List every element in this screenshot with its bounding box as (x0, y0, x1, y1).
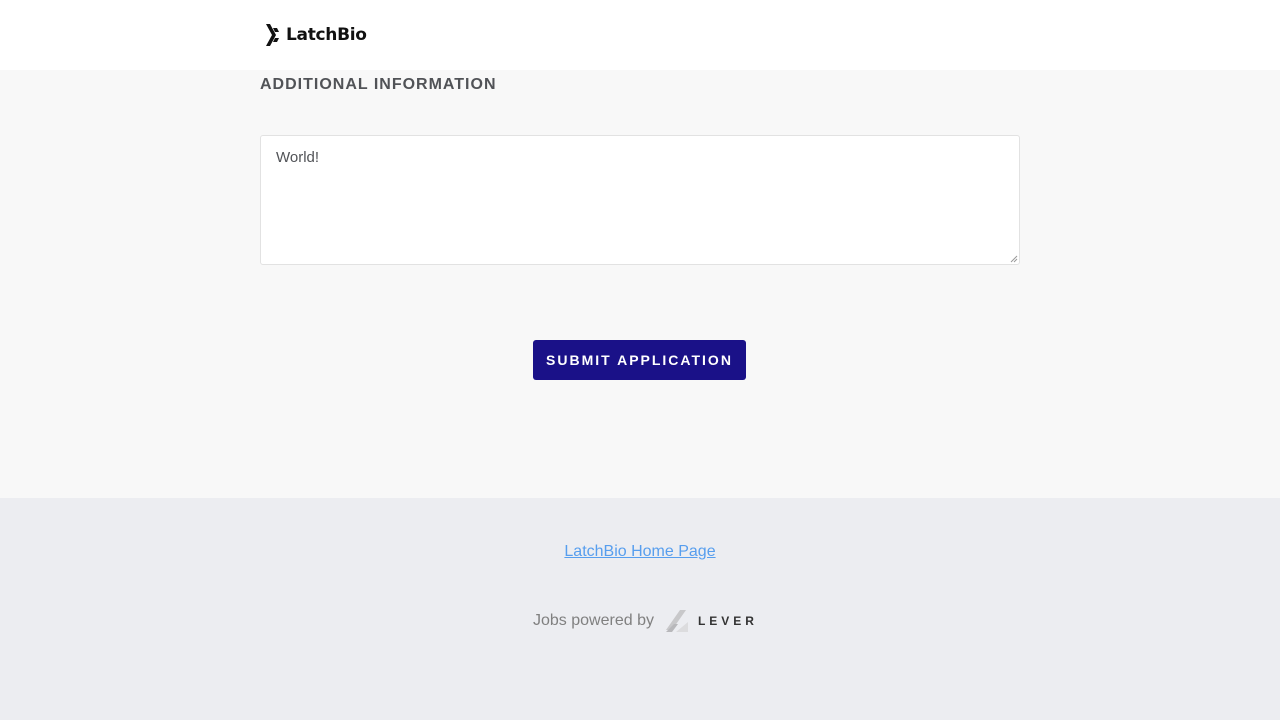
home-link-container: LatchBio Home Page (0, 543, 1280, 561)
lever-logo[interactable]: LEVER (664, 608, 758, 634)
section-title: ADDITIONAL INFORMATION (260, 76, 497, 93)
latchbio-logo-icon (266, 24, 279, 46)
powered-by-text: Jobs powered by (533, 612, 654, 629)
additional-information-textarea[interactable] (260, 135, 1020, 265)
submit-application-button[interactable]: SUBMIT APPLICATION (533, 340, 746, 380)
resize-grip-icon[interactable] (1010, 255, 1018, 263)
footer: LatchBio Home Page Jobs powered by LEVER (0, 498, 1280, 720)
latchbio-home-page-link[interactable]: LatchBio Home Page (564, 543, 715, 560)
logo-text: LatchBio (286, 25, 367, 45)
application-form: ADDITIONAL INFORMATION SUBMIT APPLICATIO… (0, 70, 1280, 498)
latchbio-logo[interactable]: LatchBio (264, 22, 367, 48)
lever-logo-icon (665, 610, 688, 632)
powered-by: Jobs powered by LEVER (533, 608, 758, 634)
lever-word: LEVER (697, 614, 758, 628)
top-bar: LatchBio (0, 0, 1280, 70)
